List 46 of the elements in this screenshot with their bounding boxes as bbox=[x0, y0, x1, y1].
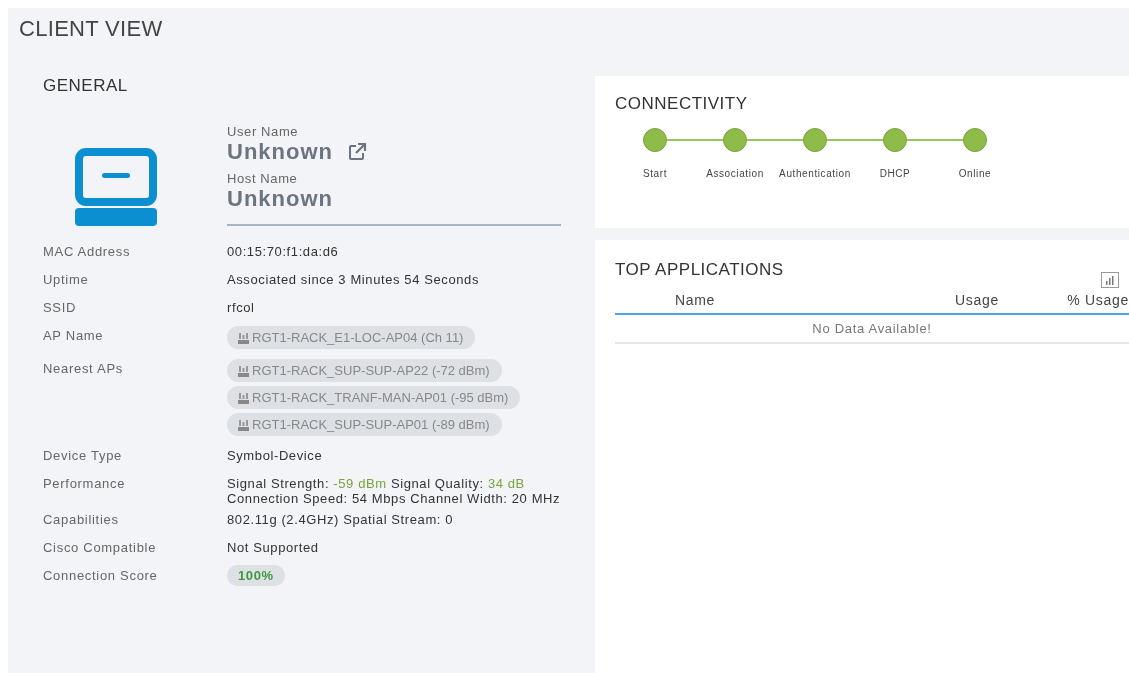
field-label: Connection Score bbox=[43, 567, 159, 585]
access-point-icon bbox=[237, 363, 250, 378]
field-value: Symbol-Device bbox=[227, 447, 324, 465]
field-value: Associated since 3 Minutes 54 Seconds bbox=[227, 271, 480, 289]
monitor-icon bbox=[75, 148, 157, 226]
step-label: Authentication bbox=[779, 168, 851, 179]
field-label: User Name bbox=[227, 124, 300, 139]
bar-chart-icon[interactable] bbox=[1101, 272, 1119, 288]
section-title: TOP APPLICATIONS bbox=[615, 260, 784, 280]
access-point-chip[interactable]: RGT1-RACK_SUP-SUP-AP01 (-89 dBm) bbox=[227, 413, 502, 436]
field-value: Signal Strength: -59 dBm Signal Quality: 34 dB Connection Speed: 54 Mbps Channel Width: 20 MHz bbox=[227, 475, 562, 506]
field-label: Device Type bbox=[43, 447, 123, 465]
access-point-chip[interactable]: RGT1-RACK_E1-LOC-AP04 (Ch 11) bbox=[227, 326, 476, 349]
score-badge: 100% bbox=[227, 565, 285, 586]
access-point-icon bbox=[237, 390, 250, 405]
user-name: Unknown bbox=[227, 139, 333, 165]
section-title: GENERAL bbox=[43, 76, 129, 96]
field-label: Host Name bbox=[227, 171, 299, 186]
column-header: Name bbox=[673, 292, 717, 308]
column-header: % Usage bbox=[1066, 292, 1129, 308]
access-point-icon bbox=[237, 417, 250, 432]
step-label: DHCP bbox=[879, 168, 911, 179]
column-header: Usage bbox=[954, 292, 999, 308]
access-point-chip[interactable]: RGT1-RACK_SUP-SUP-AP22 (-72 dBm) bbox=[227, 359, 502, 382]
empty-message: No Data Available! bbox=[615, 315, 1129, 344]
access-point-chip[interactable]: RGT1-RACK_TRANF-MAN-AP01 (-95 dBm) bbox=[227, 386, 521, 409]
step-label: Start bbox=[642, 168, 668, 179]
field-label: Performance bbox=[43, 475, 127, 493]
step-label: Association bbox=[706, 168, 764, 179]
field-label: Cisco Compatible bbox=[43, 539, 158, 557]
field-label: MAC Address bbox=[43, 243, 132, 261]
field-value: 802.11g (2.4GHz) Spatial Stream: 0 bbox=[227, 511, 455, 529]
external-link-icon[interactable] bbox=[347, 142, 367, 162]
field-label: AP Name bbox=[43, 327, 105, 345]
field-label: SSID bbox=[43, 299, 78, 317]
field-value: Not Supported bbox=[227, 539, 320, 557]
access-point-icon bbox=[237, 330, 250, 345]
step-label: Online bbox=[958, 168, 992, 179]
field-label: Nearest APs bbox=[43, 360, 124, 378]
section-title: CONNECTIVITY bbox=[615, 94, 749, 114]
field-label: Capabilities bbox=[43, 511, 120, 529]
field-value: rfcol bbox=[227, 299, 256, 317]
page-title: CLIENT VIEW bbox=[18, 15, 164, 43]
field-value: 00:15:70:f1:da:d6 bbox=[227, 243, 340, 261]
field-label: Uptime bbox=[43, 271, 90, 289]
host-name: Unknown bbox=[227, 186, 333, 211]
